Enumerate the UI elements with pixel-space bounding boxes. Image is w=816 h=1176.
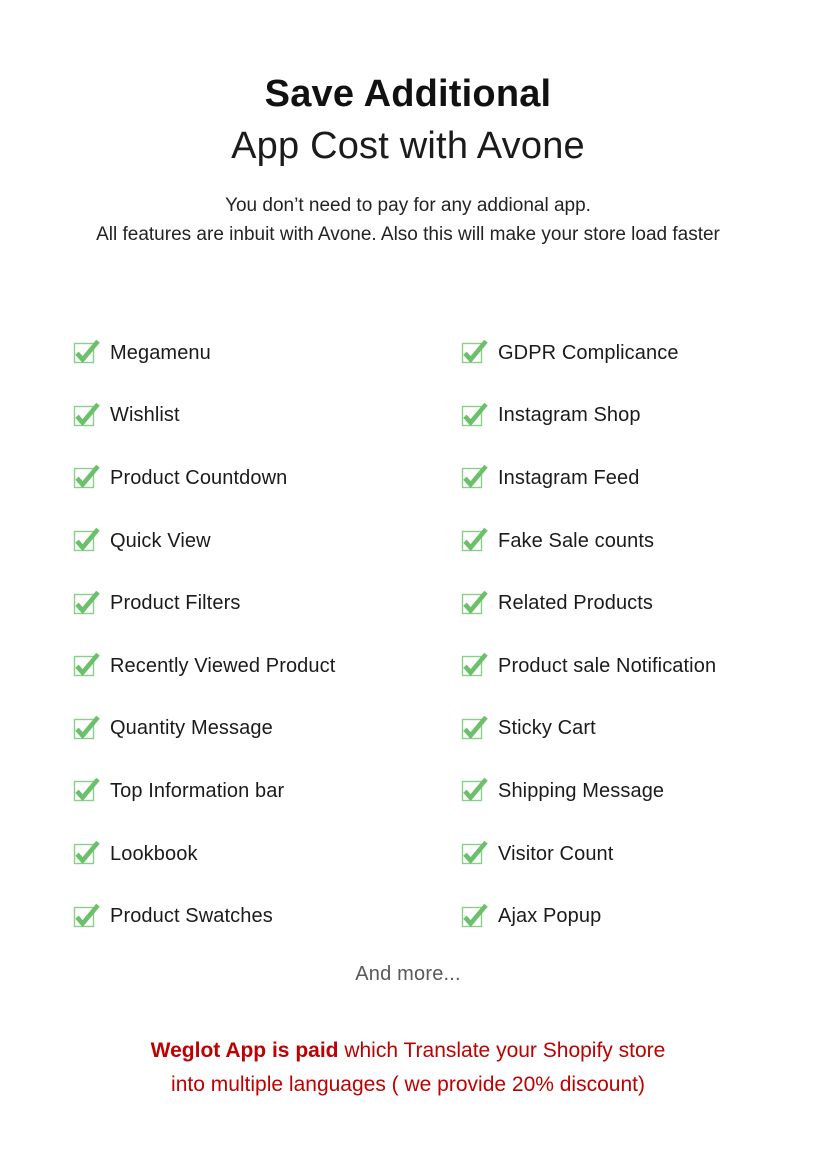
list-item-label: Top Information bar (110, 779, 285, 802)
footer-note-line-2: into multiple languages ( we provide 20%… (171, 1073, 645, 1097)
list-item: Instagram Shop (452, 385, 816, 448)
green-checkmark-icon (460, 715, 488, 741)
list-item-label: GDPR Complicance (498, 341, 679, 364)
list-item: Instagram Feed (452, 447, 816, 510)
list-item: Recently Viewed Product (72, 635, 452, 698)
list-item: Product sale Notification (452, 635, 816, 698)
list-item-label: Lookbook (110, 842, 198, 865)
page-title-line-1: Save Additional (264, 73, 552, 115)
green-checkmark-icon (460, 590, 488, 616)
list-item-label: Product Filters (110, 592, 241, 615)
green-checkmark-icon (460, 778, 488, 803)
green-checkmark-icon (72, 402, 100, 428)
promo-page: Save Additional App Cost with Avone You … (0, 0, 816, 1176)
list-item: Product Swatches (72, 885, 452, 948)
green-checkmark-icon (72, 840, 100, 866)
green-checkmark-icon (72, 903, 100, 929)
feature-list: Megamenu GDPR Complicance Wishlist Insta… (0, 322, 816, 948)
list-item: Megamenu (72, 322, 452, 385)
list-item: Sticky Cart (452, 698, 816, 761)
list-item: Product Countdown (72, 447, 452, 510)
list-item-label: Shipping Message (498, 779, 665, 802)
list-item: Quantity Message (72, 698, 452, 761)
green-checkmark-icon (72, 590, 100, 616)
list-item-label: Sticky Cart (498, 717, 596, 740)
list-item: Top Information bar (72, 760, 452, 823)
list-item-label: Wishlist (110, 404, 180, 427)
green-checkmark-icon (460, 840, 488, 866)
list-item: Fake Sale counts (452, 510, 816, 573)
list-item-label: Product Swatches (110, 905, 273, 928)
footer-note: Weglot App is paid which Translate your … (0, 1034, 816, 1102)
list-item: Product Filters (72, 572, 452, 635)
list-item-label: Quick View (110, 529, 211, 552)
list-item: Ajax Popup (452, 885, 816, 948)
green-checkmark-icon (72, 465, 100, 490)
green-checkmark-icon (460, 527, 488, 553)
page-subtitle-line-2: All features are inbuit with Avone. Also… (96, 223, 720, 245)
list-item-label: Ajax Popup (498, 905, 602, 928)
list-item-label: Fake Sale counts (498, 529, 655, 552)
green-checkmark-icon (460, 903, 488, 929)
green-checkmark-icon (72, 527, 100, 553)
green-checkmark-icon (72, 778, 100, 803)
footer-note-line-1-rest: which Translate your Shopify store (338, 1039, 666, 1062)
green-checkmark-icon (72, 715, 100, 741)
green-checkmark-icon (72, 652, 100, 678)
page-subtitle: You don’t need to pay for any addional a… (0, 192, 816, 250)
page-title: Save Additional App Cost with Avone (0, 72, 816, 169)
list-item: Visitor Count (452, 823, 816, 886)
list-item: Wishlist (72, 385, 452, 448)
green-checkmark-icon (460, 652, 488, 678)
list-item: Lookbook (72, 823, 452, 886)
green-checkmark-icon (460, 465, 488, 490)
list-item-label: Product sale Notification (498, 654, 717, 677)
page-subtitle-line-1: You don’t need to pay for any addional a… (225, 195, 591, 216)
list-item-label: Related Products (498, 592, 654, 615)
page-title-line-2: App Cost with Avone (231, 124, 585, 167)
green-checkmark-icon (460, 340, 488, 365)
list-item: GDPR Complicance (452, 322, 816, 385)
list-item-label: Product Countdown (110, 466, 288, 489)
list-item-label: Recently Viewed Product (110, 654, 336, 677)
list-item-label: Visitor Count (498, 842, 614, 865)
list-item-label: Quantity Message (110, 717, 273, 740)
green-checkmark-icon (72, 340, 100, 365)
list-item-label: Megamenu (110, 341, 211, 364)
green-checkmark-icon (460, 402, 488, 428)
list-item: Related Products (452, 572, 816, 635)
list-item: Quick View (72, 510, 452, 573)
footer-note-emphasis: Weglot App is paid (150, 1039, 339, 1062)
list-item: Shipping Message (452, 760, 816, 823)
list-item-label: Instagram Shop (498, 404, 641, 427)
list-item-label: Instagram Feed (498, 466, 640, 489)
and-more-text: And more... (355, 963, 461, 985)
footer-note-line-1: Weglot App is paid which Translate your … (0, 1034, 816, 1068)
